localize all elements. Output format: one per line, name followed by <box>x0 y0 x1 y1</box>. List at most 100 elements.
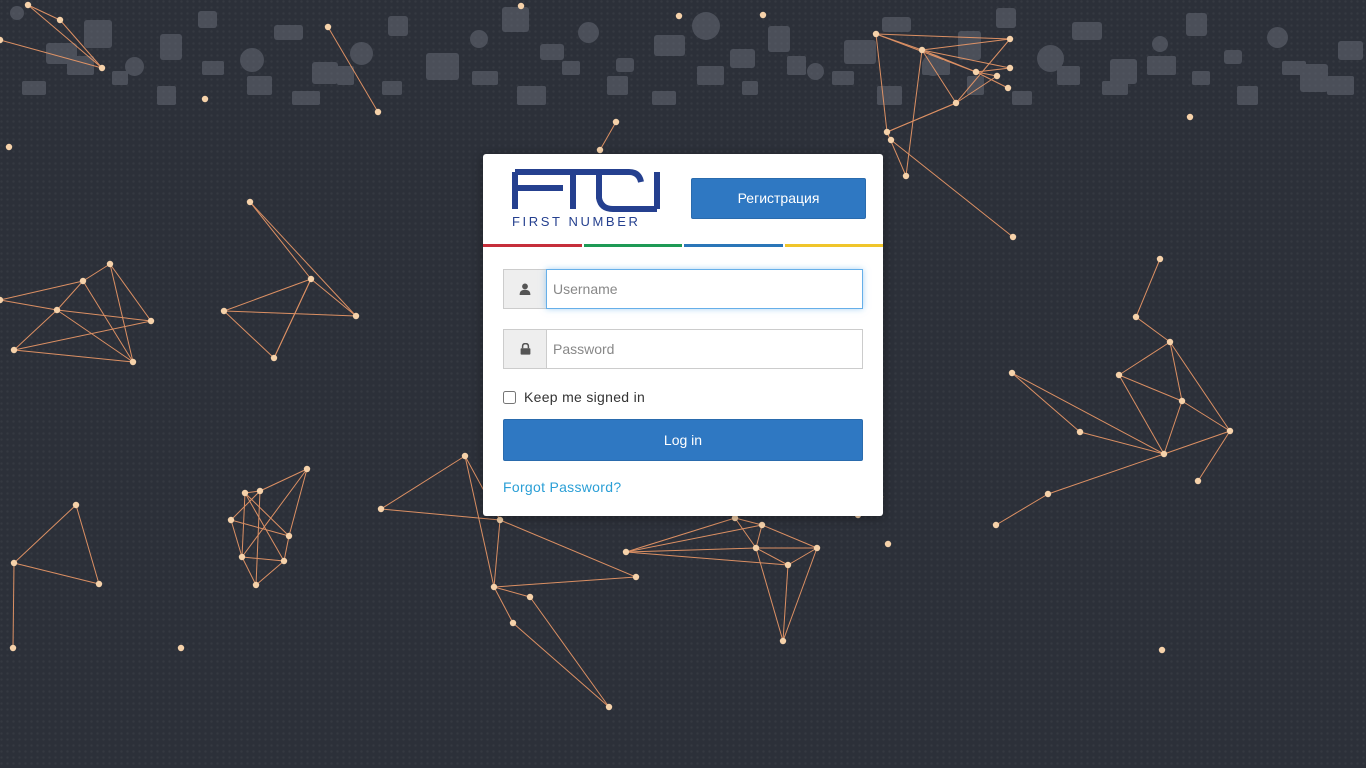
network-line <box>875 33 888 133</box>
network-node <box>972 68 980 76</box>
network-node <box>1004 84 1012 92</box>
network-node <box>1156 255 1164 263</box>
background-device-glyph <box>470 30 488 48</box>
network-node <box>779 637 787 645</box>
network-line <box>259 468 308 492</box>
network-line <box>1197 430 1231 482</box>
network-node <box>902 172 910 180</box>
network-line <box>82 263 111 282</box>
network-node <box>1166 338 1174 346</box>
network-node <box>526 593 534 601</box>
network-node <box>1115 371 1123 379</box>
remember-me-row[interactable]: Keep me signed in <box>503 388 645 406</box>
color-bar-green <box>583 244 682 247</box>
background-device-glyph <box>1192 71 1210 85</box>
network-node <box>5 143 13 151</box>
background-device-glyph <box>202 61 224 75</box>
login-button[interactable]: Log in <box>503 419 863 461</box>
network-node <box>813 544 821 552</box>
network-node <box>352 312 360 320</box>
network-line <box>493 519 501 588</box>
network-node <box>596 146 604 154</box>
network-line <box>230 519 243 558</box>
network-line <box>493 586 531 598</box>
background-device-glyph <box>540 44 564 60</box>
background-device-glyph <box>84 20 112 48</box>
network-line <box>1118 374 1183 402</box>
network-node <box>79 277 87 285</box>
network-node <box>374 108 382 116</box>
username-group <box>503 269 863 309</box>
background-device-glyph <box>832 71 854 85</box>
network-line <box>1163 430 1231 455</box>
network-node <box>1008 369 1016 377</box>
background-device-glyph <box>472 71 498 85</box>
network-line <box>1181 400 1231 432</box>
background-device-glyph <box>1282 61 1306 75</box>
network-line <box>755 524 763 549</box>
password-group <box>503 329 863 369</box>
background-device-glyph <box>157 86 176 105</box>
background-device-glyph <box>1186 13 1207 36</box>
network-node <box>0 296 4 304</box>
background-device-glyph <box>274 25 303 40</box>
network-node <box>95 580 103 588</box>
network-line <box>0 280 84 301</box>
logo-wordmark: FIRST NUMBER <box>512 214 641 229</box>
network-node <box>887 136 895 144</box>
password-input[interactable] <box>546 329 863 369</box>
network-line <box>241 556 257 586</box>
forgot-password-link[interactable]: Forgot Password? <box>503 479 621 495</box>
network-node <box>241 489 249 497</box>
network-node <box>201 95 209 103</box>
network-node <box>952 99 960 107</box>
lock-icon <box>520 343 530 355</box>
network-node <box>883 128 891 136</box>
remember-me-checkbox[interactable] <box>503 390 516 404</box>
network-line <box>1135 316 1171 343</box>
background-device-glyph <box>562 61 580 75</box>
network-line <box>875 33 1011 40</box>
network-line <box>761 524 818 549</box>
network-node <box>285 532 293 540</box>
network-line <box>241 492 246 558</box>
background-device-glyph <box>607 76 628 95</box>
card-header: FIRST NUMBER Регистрация <box>483 154 883 244</box>
network-line <box>380 455 466 510</box>
network-node <box>884 540 892 548</box>
background-device-glyph <box>877 86 902 105</box>
register-button[interactable]: Регистрация <box>691 178 866 219</box>
first-number-logo: FIRST NUMBER <box>511 168 663 230</box>
network-node <box>517 2 525 10</box>
background-device-glyph <box>10 6 24 20</box>
brand-color-bar <box>483 244 883 247</box>
network-line <box>223 310 275 359</box>
network-node <box>256 487 264 495</box>
network-node <box>1194 477 1202 485</box>
network-node <box>872 30 880 38</box>
network-line <box>890 139 1014 238</box>
background-device-glyph <box>1237 86 1258 105</box>
background-device-glyph <box>247 76 272 95</box>
background-device-glyph <box>292 91 320 105</box>
network-line <box>288 468 308 537</box>
network-line <box>1011 372 1081 433</box>
background-device-glyph <box>198 11 217 28</box>
background-device-glyph <box>22 81 46 95</box>
background-device-glyph <box>768 26 790 52</box>
username-input[interactable] <box>546 269 863 309</box>
network-node <box>993 72 1001 80</box>
background-device-glyph <box>807 63 824 80</box>
background-device-glyph <box>240 48 264 72</box>
network-line <box>512 622 610 708</box>
network-node <box>56 16 64 24</box>
network-line <box>599 121 617 151</box>
network-line <box>56 280 84 311</box>
network-line <box>310 278 357 317</box>
background-device-glyph <box>967 76 984 95</box>
network-line <box>493 576 637 588</box>
network-line <box>223 310 357 317</box>
fn-logo-mark <box>512 169 660 212</box>
background-device-glyph <box>697 66 724 85</box>
network-node <box>227 516 235 524</box>
